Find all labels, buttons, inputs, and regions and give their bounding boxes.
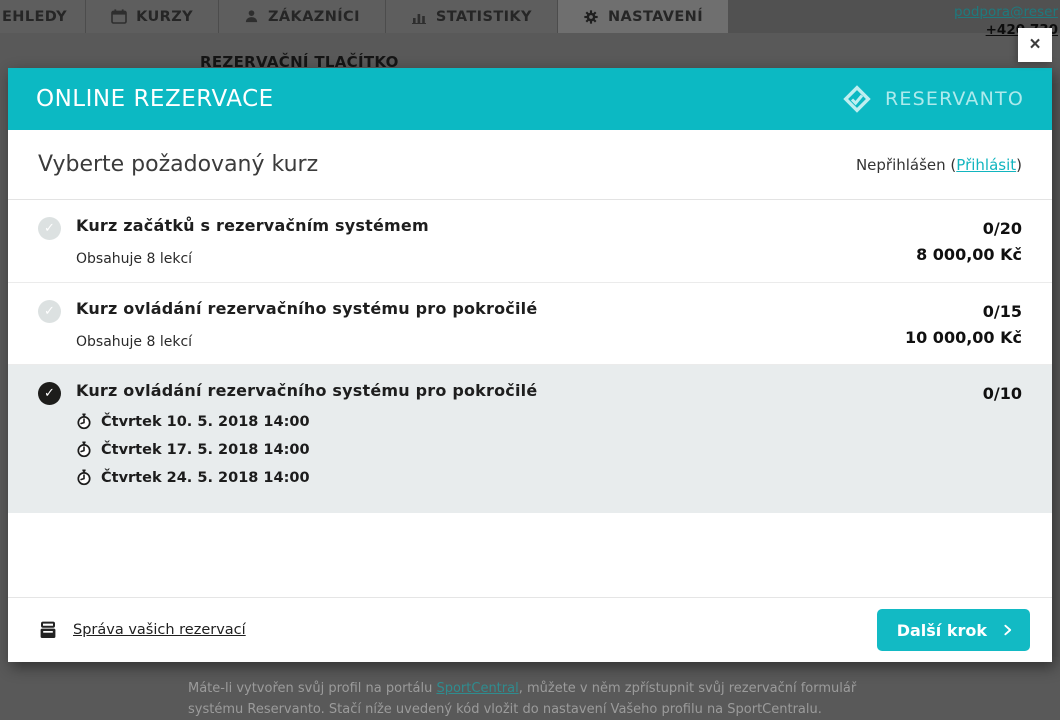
manage-reservations[interactable]: Správa vašich rezervací — [38, 621, 246, 640]
nav-tab-label: NASTAVENÍ — [608, 9, 703, 25]
brand-name: RESERVANTO — [885, 88, 1024, 110]
close-icon: × — [1029, 34, 1040, 56]
check-icon: ✓ — [44, 386, 55, 401]
course-price: 8 000,00 Kč — [916, 242, 1022, 268]
background-help-text: Máte-li vytvořen svůj profil na portálu … — [188, 678, 908, 720]
gear-icon — [583, 9, 599, 25]
clock-icon — [76, 441, 92, 458]
modal-footer: Správa vašich rezervací Další krok — [8, 597, 1052, 662]
course-row[interactable]: ✓ Kurz začátků s rezervačním systémem Ob… — [8, 200, 1052, 283]
next-step-button[interactable]: Další krok — [877, 609, 1030, 651]
modal-title: ONLINE REZERVACE — [36, 86, 274, 112]
calendar-icon — [111, 9, 127, 24]
course-price: 10 000,00 Kč — [905, 325, 1022, 351]
main-nav: EHLEDY KURZY ZÁKAZNÍCI — [0, 0, 1060, 33]
clock-icon — [76, 469, 92, 486]
support-email-link[interactable]: podpora@reser — [954, 4, 1058, 20]
nav-tab-statistiky[interactable]: STATISTIKY — [385, 0, 557, 33]
nav-tab-label: ZÁKAZNÍCI — [268, 9, 360, 25]
nav-tab-label: STATISTIKY — [436, 9, 532, 25]
nav-tab-prehledy[interactable]: EHLEDY — [0, 0, 85, 33]
help-text-part2: , můžete v něm zpřístupnit svůj rezervač… — [519, 681, 857, 696]
course-capacity: 0/15 — [905, 299, 1022, 325]
course-capacity: 0/10 — [983, 381, 1022, 407]
session-item: Čtvrtek 10. 5. 2018 14:00 — [76, 413, 983, 430]
course-capacity: 0/20 — [916, 216, 1022, 242]
help-text-line2: systému Reservanto. Stačí níže uvedený k… — [188, 702, 822, 717]
check-circle-icon: ✓ — [38, 300, 61, 323]
course-info: Kurz ovládání rezervačního systému pro p… — [76, 381, 983, 497]
course-title: Kurz ovládání rezervačního systému pro p… — [76, 299, 905, 318]
online-reservation-modal: ONLINE REZERVACE RESERVANTO Vyberte poža… — [8, 68, 1052, 662]
login-status-suffix: ) — [1016, 156, 1022, 174]
session-list: Čtvrtek 10. 5. 2018 14:00 Čtvrtek 17. 5.… — [76, 413, 983, 486]
login-link[interactable]: Přihlásit — [956, 156, 1016, 174]
login-status: Nepřihlášen (Přihlásit) — [856, 156, 1022, 174]
reservations-box-icon — [38, 621, 58, 640]
course-meta: 0/10 — [983, 381, 1022, 407]
course-meta: 0/15 10 000,00 Kč — [905, 299, 1022, 351]
person-icon — [244, 9, 259, 24]
session-item: Čtvrtek 24. 5. 2018 14:00 — [76, 469, 983, 486]
step-heading: Vyberte požadovaný kurz — [38, 152, 318, 177]
course-row[interactable]: ✓ Kurz ovládání rezervačního systému pro… — [8, 283, 1052, 365]
course-row-selected[interactable]: ✓ Kurz ovládání rezervačního systému pro… — [8, 365, 1052, 513]
course-subtitle: Obsahuje 8 lekcí — [76, 251, 916, 267]
reservanto-logo-icon — [839, 81, 875, 117]
chevron-right-icon — [1001, 622, 1014, 638]
nav-tab-label: EHLEDY — [2, 9, 67, 25]
bar-chart-icon — [411, 10, 427, 24]
session-label: Čtvrtek 10. 5. 2018 14:00 — [101, 414, 310, 430]
modal-close-button[interactable]: × — [1018, 28, 1052, 62]
reservanto-brand: RESERVANTO — [839, 81, 1024, 117]
modal-header: ONLINE REZERVACE RESERVANTO — [8, 68, 1052, 130]
nav-tab-label: KURZY — [136, 9, 193, 25]
course-title: Kurz začátků s rezervačním systémem — [76, 216, 916, 235]
course-meta: 0/20 8 000,00 Kč — [916, 216, 1022, 268]
session-label: Čtvrtek 24. 5. 2018 14:00 — [101, 470, 310, 486]
nav-tab-zakaznici[interactable]: ZÁKAZNÍCI — [218, 0, 385, 33]
course-title: Kurz ovládání rezervačního systému pro p… — [76, 381, 983, 400]
course-info: Kurz začátků s rezervačním systémem Obsa… — [76, 216, 916, 267]
course-subtitle: Obsahuje 8 lekcí — [76, 334, 905, 350]
clock-icon — [76, 413, 92, 430]
course-info: Kurz ovládání rezervačního systému pro p… — [76, 299, 905, 350]
help-text-part1: Máte-li vytvořen svůj profil na portálu — [188, 681, 436, 696]
next-step-label: Další krok — [897, 621, 987, 640]
session-item: Čtvrtek 17. 5. 2018 14:00 — [76, 441, 983, 458]
check-circle-icon: ✓ — [38, 217, 61, 240]
check-circle-icon: ✓ — [38, 382, 61, 405]
sportcentral-link[interactable]: SportCentral — [436, 681, 518, 696]
check-icon: ✓ — [44, 221, 55, 236]
login-status-prefix: Nepřihlášen ( — [856, 156, 956, 174]
nav-tab-kurzy[interactable]: KURZY — [85, 0, 218, 33]
check-icon: ✓ — [44, 304, 55, 319]
session-label: Čtvrtek 17. 5. 2018 14:00 — [101, 442, 310, 458]
modal-heading-row: Vyberte požadovaný kurz Nepřihlášen (Při… — [8, 130, 1052, 200]
manage-reservations-link[interactable]: Správa vašich rezervací — [73, 622, 246, 638]
nav-tab-nastaveni[interactable]: NASTAVENÍ — [557, 0, 728, 33]
modal-body-spacer — [8, 513, 1052, 597]
